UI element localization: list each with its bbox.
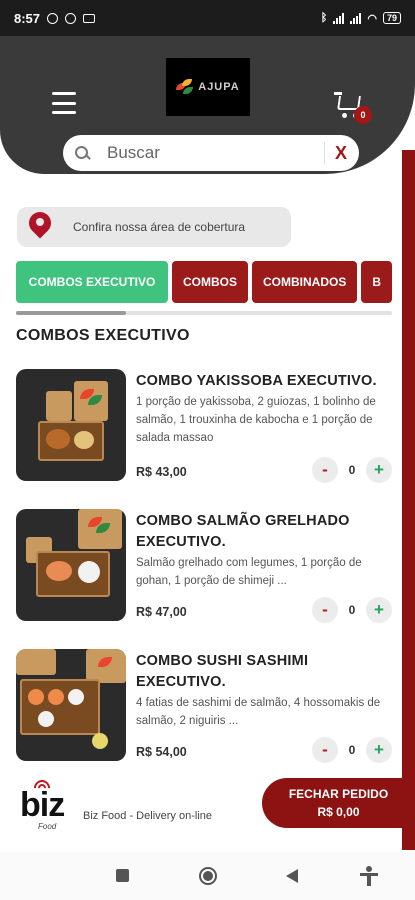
increase-quantity-button[interactable]: +: [366, 597, 392, 623]
category-tabs: COMBOS EXECUTIVO COMBOS COMBINADOS B: [16, 261, 392, 303]
biz-logo: biz: [20, 786, 65, 824]
status-time: 8:57: [14, 10, 41, 26]
tab-combinados[interactable]: COMBINADOS: [252, 261, 358, 303]
status-bar: 8:57 ᛒ ◠ 79: [0, 0, 415, 36]
product-description: 4 fatias de sashimi de salmão, 4 hossoma…: [136, 697, 381, 727]
tab-combos[interactable]: COMBOS: [172, 261, 248, 303]
increase-quantity-button[interactable]: +: [366, 737, 392, 763]
product-name: COMBO SALMÃO GRELHADO EXECUTIVO.: [136, 513, 350, 550]
section-title: COMBOS EXECUTIVO: [16, 327, 190, 344]
cart-count-badge: 0: [354, 106, 372, 124]
menu-icon[interactable]: [52, 92, 76, 114]
side-accent-stripe: [402, 150, 415, 850]
accessibility-icon[interactable]: [360, 866, 378, 886]
clear-search-button[interactable]: X: [323, 142, 347, 164]
product-card[interactable]: COMBO YAKISSOBA EXECUTIVO. 1 porção de y…: [16, 369, 392, 483]
recents-icon[interactable]: [116, 869, 129, 882]
product-image: [16, 509, 126, 621]
product-card[interactable]: COMBO SALMÃO GRELHADO EXECUTIVO. Salmão …: [16, 509, 392, 623]
increase-quantity-button[interactable]: +: [366, 457, 392, 483]
tab-combos-executivo[interactable]: COMBOS EXECUTIVO: [16, 261, 168, 303]
bluetooth-icon: ᛒ: [320, 12, 328, 24]
checkout-total: R$ 0,00: [317, 805, 360, 819]
coverage-label: Confira nossa área de cobertura: [73, 220, 246, 234]
quantity-value: 0: [348, 743, 356, 757]
quantity-stepper: - 0 +: [312, 457, 392, 483]
brand-logo: AJUPA: [166, 58, 250, 116]
product-card[interactable]: COMBO SUSHI SASHIMI EXECUTIVO. 4 fatias …: [16, 649, 392, 763]
app-header: AJUPA 0 X: [0, 36, 415, 174]
quantity-value: 0: [348, 603, 356, 617]
quantity-stepper: - 0 +: [312, 597, 392, 623]
location-pin-icon: [24, 207, 56, 242]
product-description: 1 porção de yakissoba, 2 guiozas, 1 boli…: [136, 396, 376, 444]
product-name: COMBO YAKISSOBA EXECUTIVO.: [136, 373, 377, 389]
do-not-disturb-icon: [47, 12, 59, 24]
checkout-button[interactable]: FECHAR PEDIDO R$ 0,00: [262, 778, 415, 828]
quantity-stepper: - 0 +: [312, 737, 392, 763]
laptop-icon: [83, 13, 96, 23]
battery-icon: 79: [382, 12, 401, 24]
footer-tagline: Biz Food - Delivery on-line: [83, 810, 212, 822]
search-input[interactable]: [107, 143, 307, 163]
spotify-icon: [65, 12, 77, 24]
tabs-scrollbar[interactable]: [16, 311, 392, 315]
product-price: R$ 47,00: [136, 605, 187, 619]
wifi-icon: ◠: [367, 12, 377, 25]
system-nav-bar: [0, 852, 415, 900]
decrease-quantity-button[interactable]: -: [312, 457, 338, 483]
search-bar: X: [63, 135, 359, 171]
product-price: R$ 54,00: [136, 745, 187, 759]
product-description: Salmão grelhado com legumes, 1 porção de…: [136, 557, 362, 587]
coverage-area-button[interactable]: Confira nossa área de cobertura: [17, 207, 291, 247]
decrease-quantity-button[interactable]: -: [312, 597, 338, 623]
search-icon: [75, 146, 89, 160]
product-name: COMBO SUSHI SASHIMI EXECUTIVO.: [136, 653, 309, 690]
quantity-value: 0: [348, 463, 356, 477]
product-price: R$ 43,00: [136, 465, 187, 479]
leaf-logo-icon: [176, 79, 194, 95]
product-image: [16, 649, 126, 761]
cart-button[interactable]: 0: [334, 92, 374, 124]
signal-icon-2: [350, 12, 362, 24]
signal-icon: [333, 12, 345, 24]
footer-brand: biz Food Biz Food - Delivery on-line: [20, 776, 260, 840]
tabs-scrollbar-thumb[interactable]: [16, 311, 126, 315]
back-icon[interactable]: [286, 869, 298, 883]
product-image: [16, 369, 126, 481]
logo-text: AJUPA: [198, 81, 240, 93]
tab-next[interactable]: B: [361, 261, 392, 303]
home-icon[interactable]: [199, 867, 217, 885]
decrease-quantity-button[interactable]: -: [312, 737, 338, 763]
checkout-label: FECHAR PEDIDO: [288, 787, 389, 801]
biz-logo-sub: Food: [38, 822, 57, 831]
